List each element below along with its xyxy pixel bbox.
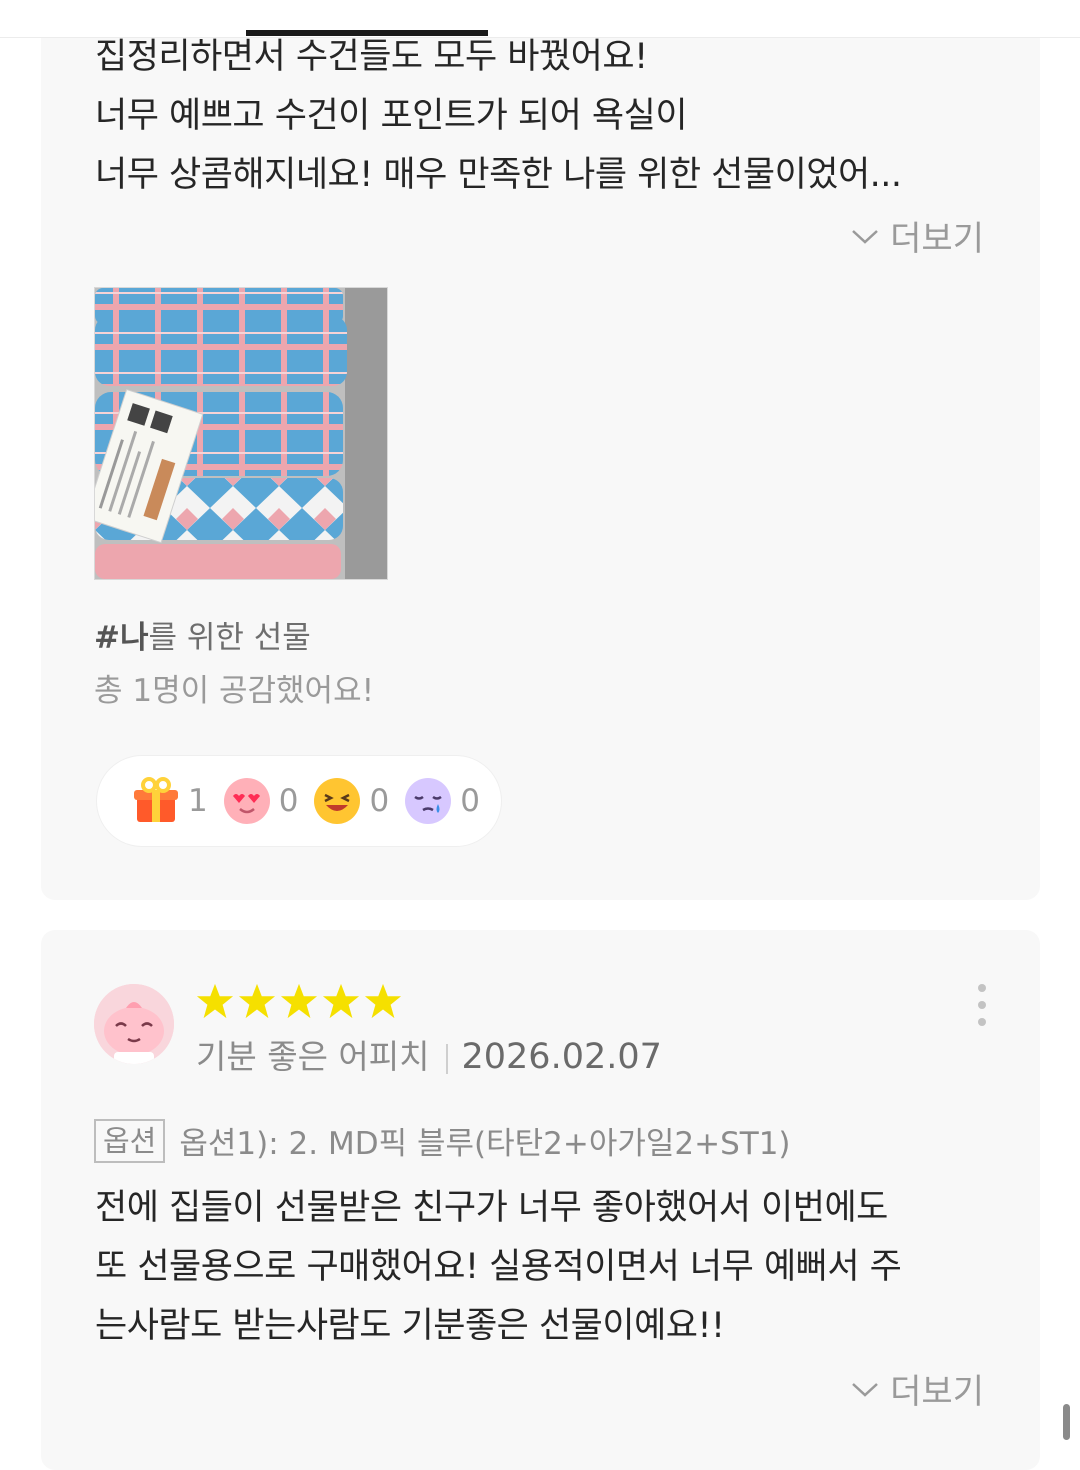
reviewer-meta: 기분 좋은 어피치 2026.02.07 <box>196 1030 662 1078</box>
laughing-face-icon <box>314 778 361 824</box>
option-badge: 옵션 <box>94 1118 166 1163</box>
star-icon <box>280 983 318 1019</box>
scrollbar[interactable] <box>1063 1404 1070 1440</box>
more-label: 더보기 <box>890 219 984 259</box>
chevron-down-icon <box>852 229 879 244</box>
reviewer-name: 기분 좋은 어피치 <box>196 1037 430 1076</box>
reaction-gift[interactable]: 1 <box>131 776 208 826</box>
reaction-bar: 1 0 0 0 <box>96 755 502 847</box>
reaction-love[interactable]: 0 <box>222 776 299 826</box>
star-icon <box>322 983 360 1019</box>
reaction-count: 0 <box>369 783 390 819</box>
more-button[interactable]: 더보기 <box>850 211 984 260</box>
review-line: 전에 집들이 선물받은 친구가 너무 좋아했어서 이번에도 <box>95 1188 888 1228</box>
chevron-down-icon <box>852 1382 879 1397</box>
review-line: 너무 상콤해지네요! 매우 만족한 나를 위한 선물이었어... <box>95 155 902 195</box>
review-text: 집정리하면서 수건들도 모두 바꿨어요! 너무 예쁘고 수건이 포인트가 되어 … <box>95 28 995 205</box>
more-options-icon[interactable] <box>976 984 988 1026</box>
review-line: 는사람도 받는사람도 기분좋은 선물이예요!! <box>95 1306 725 1346</box>
review-date: 2026.02.07 <box>461 1037 662 1077</box>
option-text: 옵션1): 2. MD픽 블루(타탄2+아가일2+ST1) <box>179 1126 791 1162</box>
review-card: 집정리하면서 수건들도 모두 바꿨어요! 너무 예쁘고 수건이 포인트가 되어 … <box>41 0 1040 900</box>
gift-icon <box>134 777 178 822</box>
reaction-count: 1 <box>188 783 208 819</box>
reaction-sad[interactable]: 0 <box>403 776 480 826</box>
star-icon <box>238 983 276 1019</box>
more-label: 더보기 <box>890 1372 984 1412</box>
more-button[interactable]: 더보기 <box>850 1364 984 1413</box>
divider <box>445 1043 448 1074</box>
review-card: 기분 좋은 어피치 2026.02.07 옵션 옵션1): 2. MD픽 블루(타… <box>41 930 1040 1470</box>
avatar <box>94 984 174 1064</box>
empathy-count: 총 1명이 공감했어요! <box>94 673 375 709</box>
review-photo[interactable] <box>94 287 388 580</box>
star-icon <box>364 983 402 1019</box>
option-row: 옵션 옵션1): 2. MD픽 블루(타탄2+아가일2+ST1) <box>94 1118 791 1163</box>
reaction-count: 0 <box>278 783 299 819</box>
star-icon <box>196 983 234 1019</box>
review-line: 너무 예쁘고 수건이 포인트가 되어 욕실이 <box>95 96 688 136</box>
review-tag[interactable]: #나를 위한 선물 <box>94 612 311 657</box>
top-bar <box>0 0 1080 38</box>
review-text: 전에 집들이 선물받은 친구가 너무 좋아했어서 이번에도 또 선물용으로 구매… <box>95 1179 995 1356</box>
star-rating <box>196 982 402 1020</box>
reaction-laugh[interactable]: 0 <box>312 776 389 826</box>
crying-face-icon <box>405 778 452 824</box>
heart-eyes-icon <box>223 778 270 824</box>
review-line: 또 선물용으로 구매했어요! 실용적이면서 너무 예뻐서 주 <box>95 1247 902 1287</box>
tab-indicator <box>246 30 488 36</box>
reaction-count: 0 <box>460 783 480 819</box>
